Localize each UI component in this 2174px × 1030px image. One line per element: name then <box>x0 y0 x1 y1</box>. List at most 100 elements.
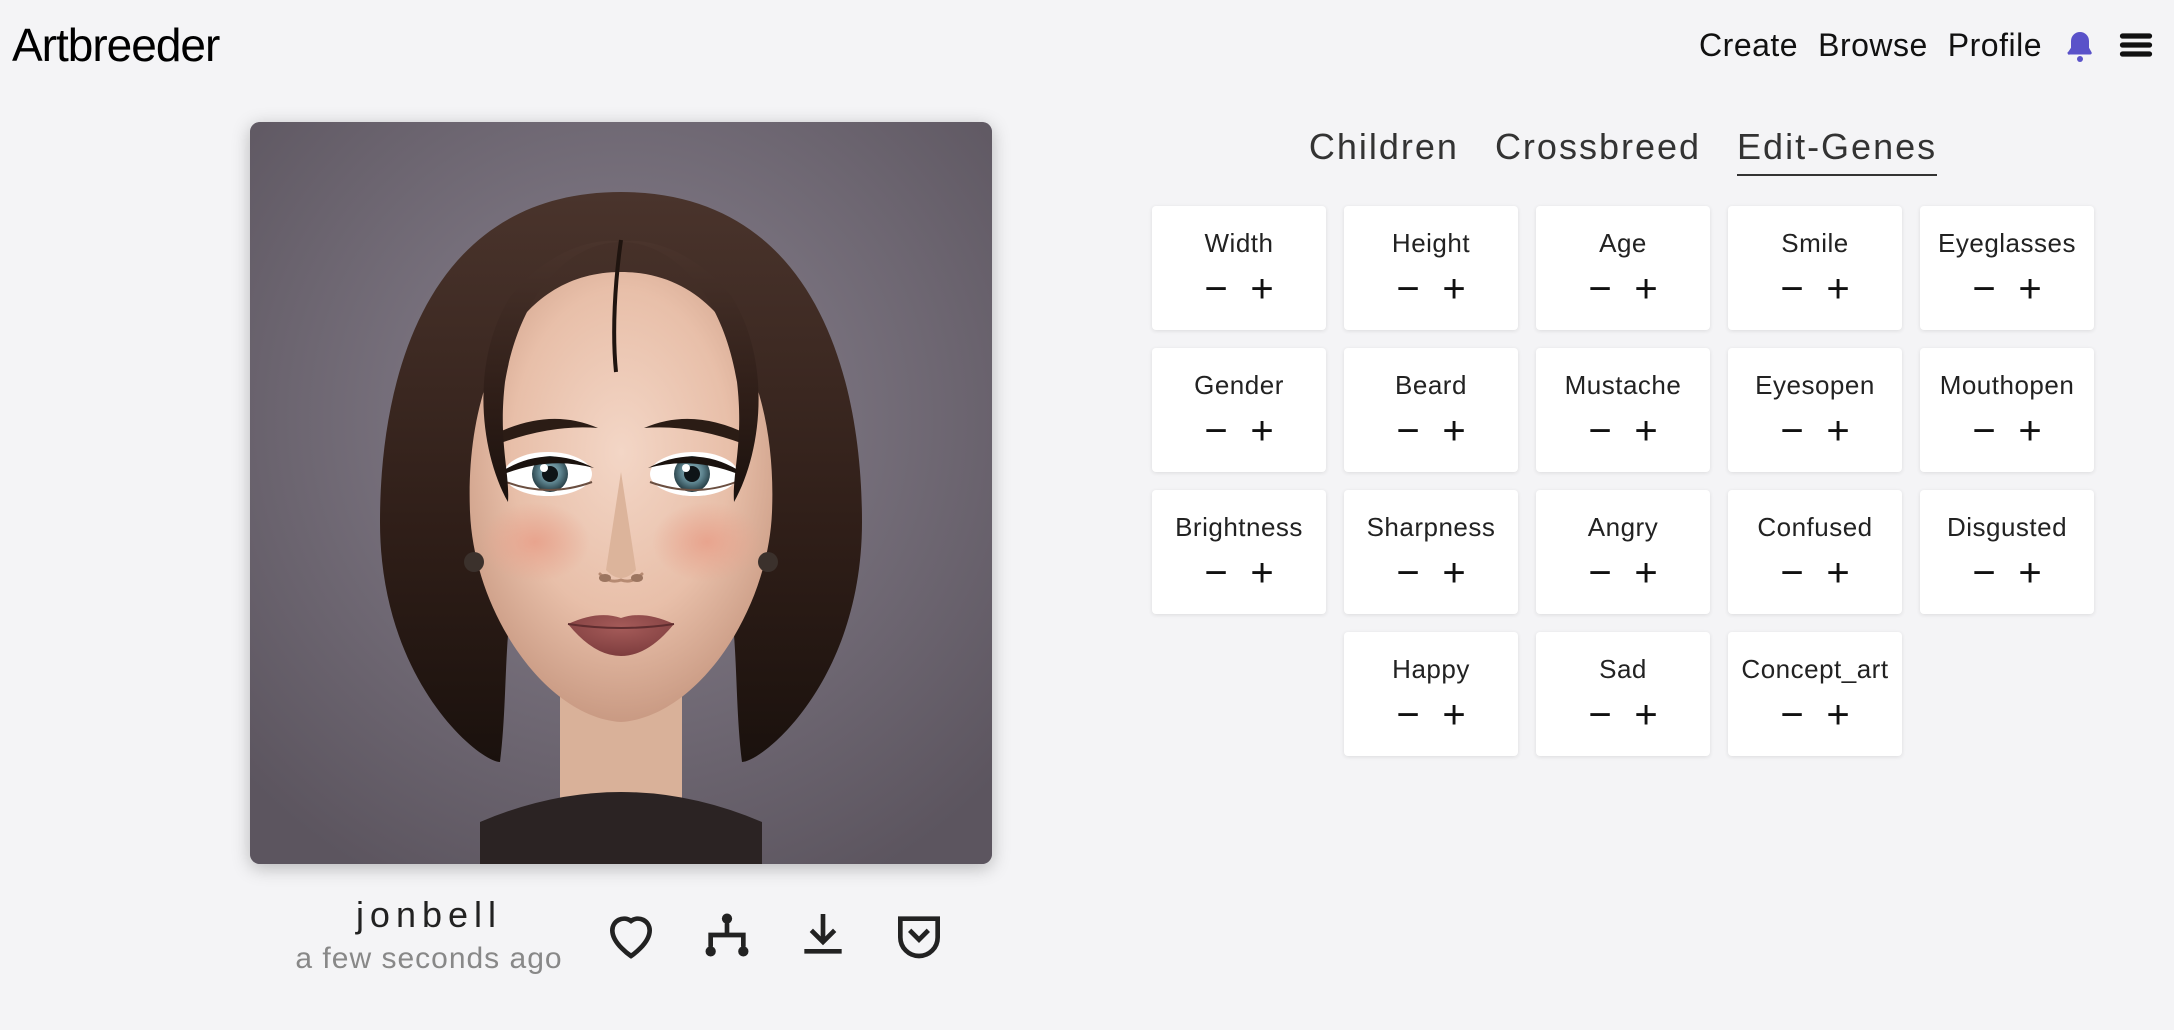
minus-icon[interactable]: − <box>1582 411 1618 451</box>
minus-icon[interactable]: − <box>1774 695 1810 735</box>
download-icon[interactable] <box>795 907 851 963</box>
minus-icon[interactable]: − <box>1966 411 2002 451</box>
gene-label: Mouthopen <box>1940 370 2075 401</box>
gene-controls: −+ <box>1198 411 1280 451</box>
plus-icon[interactable]: + <box>1436 411 1472 451</box>
gene-card-sharpness: Sharpness −+ <box>1344 490 1518 614</box>
gene-card-brightness: Brightness−+ <box>1152 490 1326 614</box>
gene-card-concept_art: Concept_art −+ <box>1728 632 1902 756</box>
gene-card-eyeglasses: Eyeglasses−+ <box>1920 206 2094 330</box>
minus-icon[interactable]: − <box>1774 411 1810 451</box>
gene-label: Width <box>1205 228 1274 259</box>
image-meta-text: jonbell a few seconds ago <box>295 894 562 976</box>
notifications-icon[interactable] <box>2062 29 2098 65</box>
gene-label: Gender <box>1194 370 1284 401</box>
plus-icon[interactable]: + <box>1820 269 1856 309</box>
timestamp: a few seconds ago <box>295 942 562 976</box>
tab-crossbreed[interactable]: Crossbreed <box>1495 126 1701 176</box>
minus-icon[interactable]: − <box>1582 695 1618 735</box>
gene-controls: −+ <box>1390 553 1472 593</box>
minus-icon[interactable]: − <box>1390 553 1426 593</box>
gene-controls: −+ <box>1198 553 1280 593</box>
minus-icon[interactable]: − <box>1390 695 1426 735</box>
gene-label: Angry <box>1588 512 1658 543</box>
gene-card-width: Width −+ <box>1152 206 1326 330</box>
minus-icon[interactable]: − <box>1966 553 2002 593</box>
minus-icon[interactable]: − <box>1198 269 1234 309</box>
minus-icon[interactable]: − <box>1582 553 1618 593</box>
plus-icon[interactable]: + <box>2012 269 2048 309</box>
minus-icon[interactable]: − <box>1390 269 1426 309</box>
image-meta-row: jonbell a few seconds ago <box>250 894 992 976</box>
plus-icon[interactable]: + <box>1820 411 1856 451</box>
lineage-icon[interactable] <box>699 907 755 963</box>
heart-icon[interactable] <box>603 907 659 963</box>
plus-icon[interactable]: + <box>1820 553 1856 593</box>
plus-icon[interactable]: + <box>1244 553 1280 593</box>
plus-icon[interactable]: + <box>1628 269 1664 309</box>
save-pocket-icon[interactable] <box>891 907 947 963</box>
gene-label: Disgusted <box>1947 512 2067 543</box>
gene-card-smile: Smile−+ <box>1728 206 1902 330</box>
minus-icon[interactable]: − <box>1198 411 1234 451</box>
gene-label: Sad <box>1599 654 1647 685</box>
plus-icon[interactable]: + <box>1628 411 1664 451</box>
gene-controls: −+ <box>1582 695 1664 735</box>
gene-controls: −+ <box>1390 269 1472 309</box>
gene-controls: −+ <box>1390 695 1472 735</box>
minus-icon[interactable]: − <box>1966 269 2002 309</box>
header: Artbreeder Create Browse Profile <box>0 0 2174 82</box>
gene-card-disgusted: Disgusted −+ <box>1920 490 2094 614</box>
gene-controls: −+ <box>1966 411 2048 451</box>
gene-card-sad: Sad −+ <box>1536 632 1710 756</box>
logo[interactable]: Artbreeder <box>12 18 219 72</box>
nav-right: Create Browse Profile <box>1699 27 2154 64</box>
plus-icon[interactable]: + <box>1436 695 1472 735</box>
plus-icon[interactable]: + <box>1820 695 1856 735</box>
plus-icon[interactable]: + <box>1628 553 1664 593</box>
gene-card-eyesopen: Eyesopen −+ <box>1728 348 1902 472</box>
nav-create[interactable]: Create <box>1699 27 1798 64</box>
nav-browse[interactable]: Browse <box>1818 27 1928 64</box>
gene-label: Beard <box>1395 370 1467 401</box>
gene-controls: −+ <box>1390 411 1472 451</box>
minus-icon[interactable]: − <box>1198 553 1234 593</box>
username[interactable]: jonbell <box>295 894 562 936</box>
gene-label: Confused <box>1757 512 1872 543</box>
gene-label: Eyesopen <box>1755 370 1875 401</box>
hamburger-menu-icon[interactable] <box>2118 27 2154 63</box>
gene-card-happy: Happy −+ <box>1344 632 1518 756</box>
tab-children[interactable]: Children <box>1309 126 1459 176</box>
plus-icon[interactable]: + <box>1628 695 1664 735</box>
plus-icon[interactable]: + <box>1436 269 1472 309</box>
gene-label: Mustache <box>1565 370 1682 401</box>
gene-label: Happy <box>1392 654 1470 685</box>
minus-icon[interactable]: − <box>1582 269 1618 309</box>
gene-label: Sharpness <box>1367 512 1496 543</box>
nav-profile[interactable]: Profile <box>1948 27 2042 64</box>
gene-card-gender: Gender −+ <box>1152 348 1326 472</box>
gene-card-confused: Confused −+ <box>1728 490 1902 614</box>
image-column: jonbell a few seconds ago <box>250 122 992 976</box>
plus-icon[interactable]: + <box>2012 553 2048 593</box>
gene-controls: −+ <box>1582 411 1664 451</box>
gene-label: Height <box>1392 228 1470 259</box>
minus-icon[interactable]: − <box>1390 411 1426 451</box>
gene-card-beard: Beard −+ <box>1344 348 1518 472</box>
plus-icon[interactable]: + <box>2012 411 2048 451</box>
minus-icon[interactable]: − <box>1774 553 1810 593</box>
generated-image[interactable] <box>250 122 992 864</box>
gene-label: Concept_art <box>1741 654 1888 685</box>
gene-card-mouthopen: Mouthopen −+ <box>1920 348 2094 472</box>
minus-icon[interactable]: − <box>1774 269 1810 309</box>
tab-edit-genes[interactable]: Edit-Genes <box>1737 126 1937 176</box>
gene-controls: −+ <box>1774 411 1856 451</box>
portrait-illustration <box>250 122 992 864</box>
gene-controls: −+ <box>1198 269 1280 309</box>
gene-card-mustache: Mustache −+ <box>1536 348 1710 472</box>
plus-icon[interactable]: + <box>1244 411 1280 451</box>
plus-icon[interactable]: + <box>1244 269 1280 309</box>
plus-icon[interactable]: + <box>1436 553 1472 593</box>
main-content: jonbell a few seconds ago <box>0 82 2174 976</box>
gene-controls: −+ <box>1774 269 1856 309</box>
